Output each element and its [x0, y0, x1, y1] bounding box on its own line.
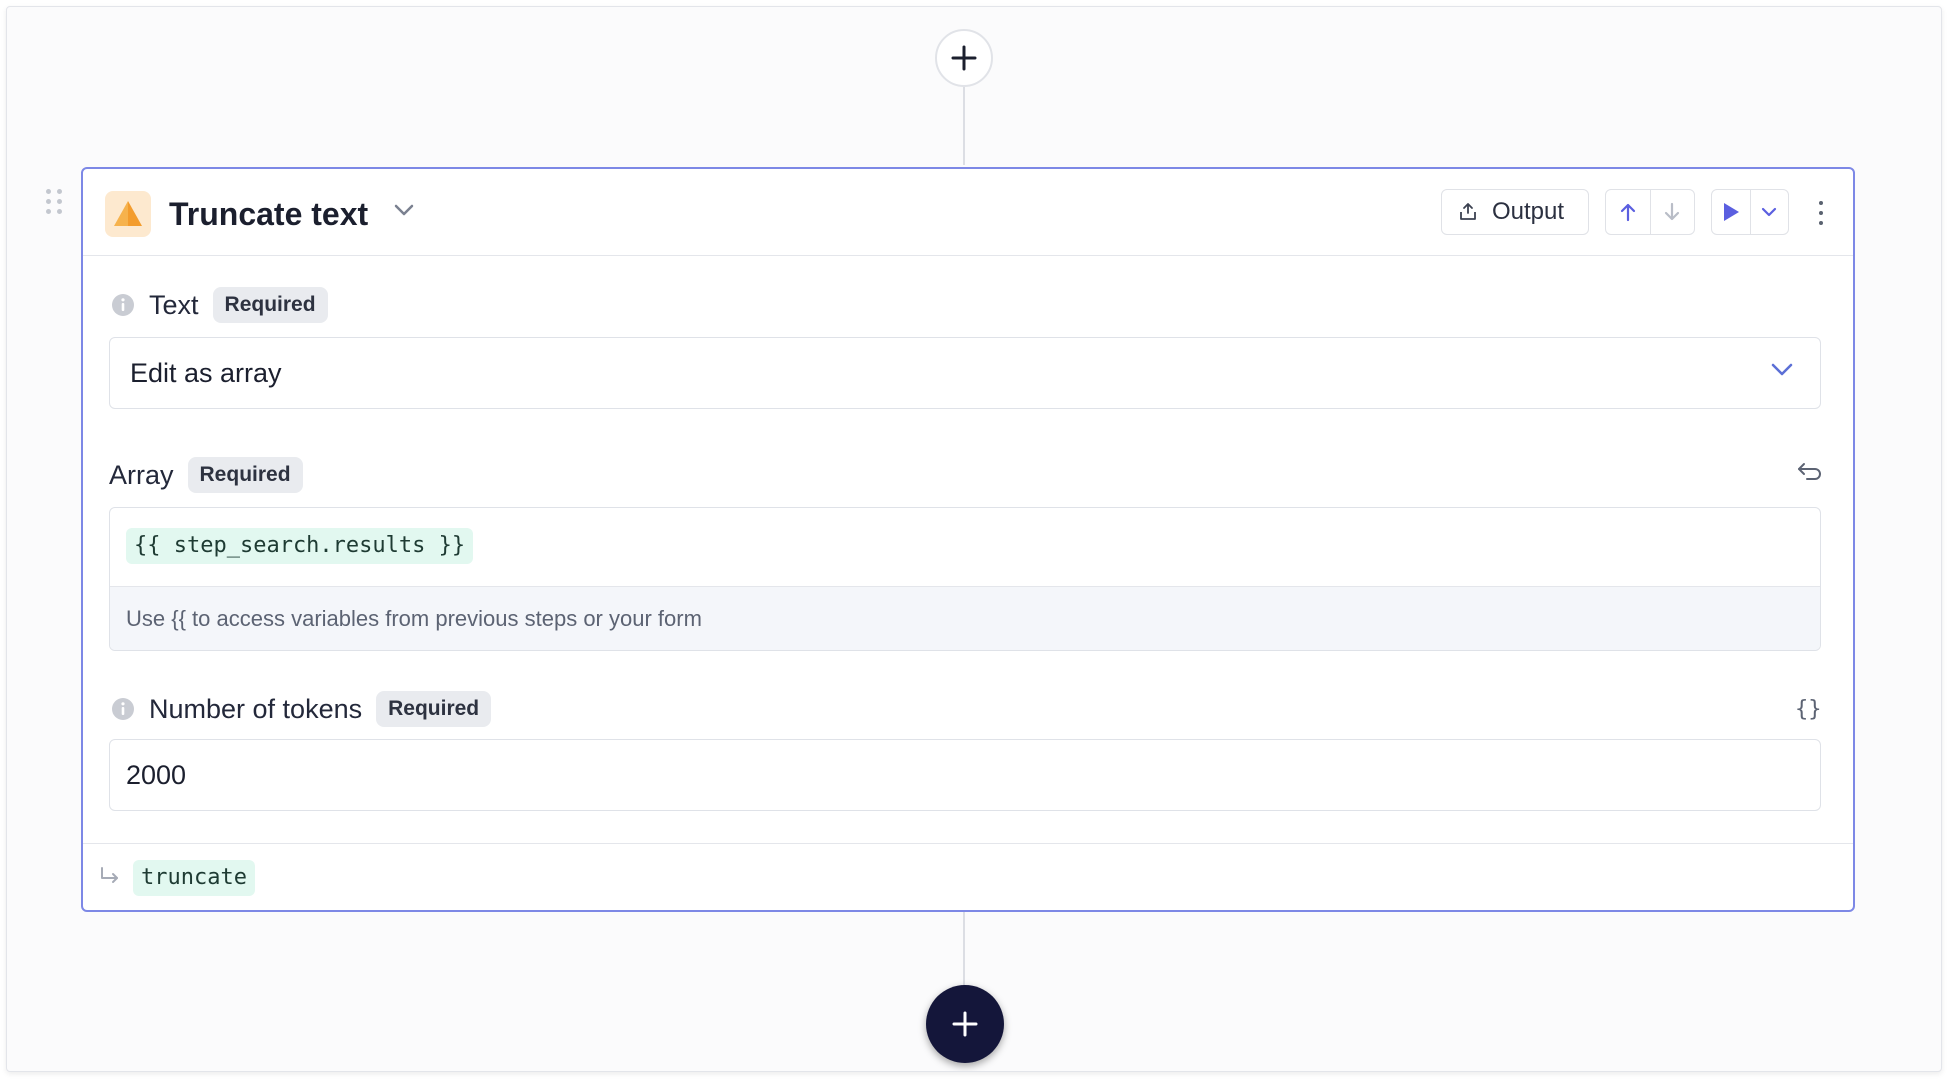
- tokens-field-label: Number of tokens: [149, 693, 363, 724]
- text-mode-select[interactable]: Edit as array: [109, 337, 1821, 409]
- array-field-label-row: Array Required: [109, 457, 303, 493]
- array-input[interactable]: {{ step_search.results }}: [110, 508, 1820, 586]
- output-variable-chip[interactable]: truncate: [133, 860, 255, 896]
- output-button[interactable]: Output: [1441, 189, 1589, 235]
- chevron-down-icon[interactable]: [393, 203, 415, 217]
- run-options-button[interactable]: [1749, 190, 1789, 234]
- text-field-label: Text: [149, 289, 199, 320]
- more-options-icon[interactable]: [1811, 199, 1831, 227]
- chevron-down-icon: [1771, 363, 1793, 376]
- run-step-button[interactable]: [1712, 190, 1750, 234]
- move-down-button[interactable]: [1649, 190, 1695, 234]
- plus-icon: [951, 45, 977, 71]
- arrow-down-icon: [1665, 202, 1680, 221]
- tokens-value: 2000: [126, 759, 187, 790]
- output-label: Output: [1492, 198, 1565, 225]
- add-step-below-button[interactable]: [926, 985, 1004, 1063]
- connector-line-bottom: [963, 912, 965, 987]
- code-braces-icon[interactable]: {}: [1795, 697, 1822, 722]
- play-icon: [1723, 203, 1739, 221]
- drag-handle-icon[interactable]: [46, 189, 68, 215]
- text-mode-value: Edit as array: [130, 357, 282, 388]
- array-hint: Use {{ to access variables from previous…: [110, 586, 1820, 650]
- workflow-canvas: Truncate text Output Text Required Edit …: [6, 6, 1942, 1072]
- step-title[interactable]: Truncate text: [169, 189, 368, 239]
- required-badge: Required: [212, 287, 328, 323]
- required-badge: Required: [376, 691, 492, 727]
- plus-icon: [952, 1011, 978, 1037]
- connector-line-top: [963, 87, 965, 165]
- array-field-label: Array: [109, 459, 174, 490]
- text-field-label-row: Text Required: [111, 287, 328, 323]
- required-badge: Required: [187, 457, 303, 493]
- tokens-input[interactable]: 2000: [109, 739, 1821, 811]
- move-up-button[interactable]: [1606, 190, 1650, 234]
- tokens-field-label-row: Number of tokens Required: [111, 691, 492, 727]
- info-icon[interactable]: [111, 697, 135, 721]
- step-card: Truncate text Output Text Required Edit …: [81, 167, 1855, 912]
- reorder-buttons: [1605, 189, 1695, 235]
- add-step-above-button[interactable]: [935, 29, 993, 87]
- variable-chip[interactable]: {{ step_search.results }}: [126, 528, 474, 564]
- undo-icon[interactable]: [1797, 461, 1823, 483]
- return-arrow-icon: [101, 867, 118, 883]
- chevron-down-icon: [1762, 207, 1777, 217]
- run-controls: [1711, 189, 1789, 235]
- export-icon: [1460, 203, 1476, 220]
- info-icon[interactable]: [111, 293, 135, 317]
- arrow-up-icon: [1620, 203, 1635, 222]
- pyramid-icon: [105, 191, 151, 237]
- step-header: Truncate text Output: [83, 169, 1853, 256]
- array-field: {{ step_search.results }} Use {{ to acce…: [109, 507, 1821, 651]
- step-output-footer: truncate: [83, 843, 1853, 910]
